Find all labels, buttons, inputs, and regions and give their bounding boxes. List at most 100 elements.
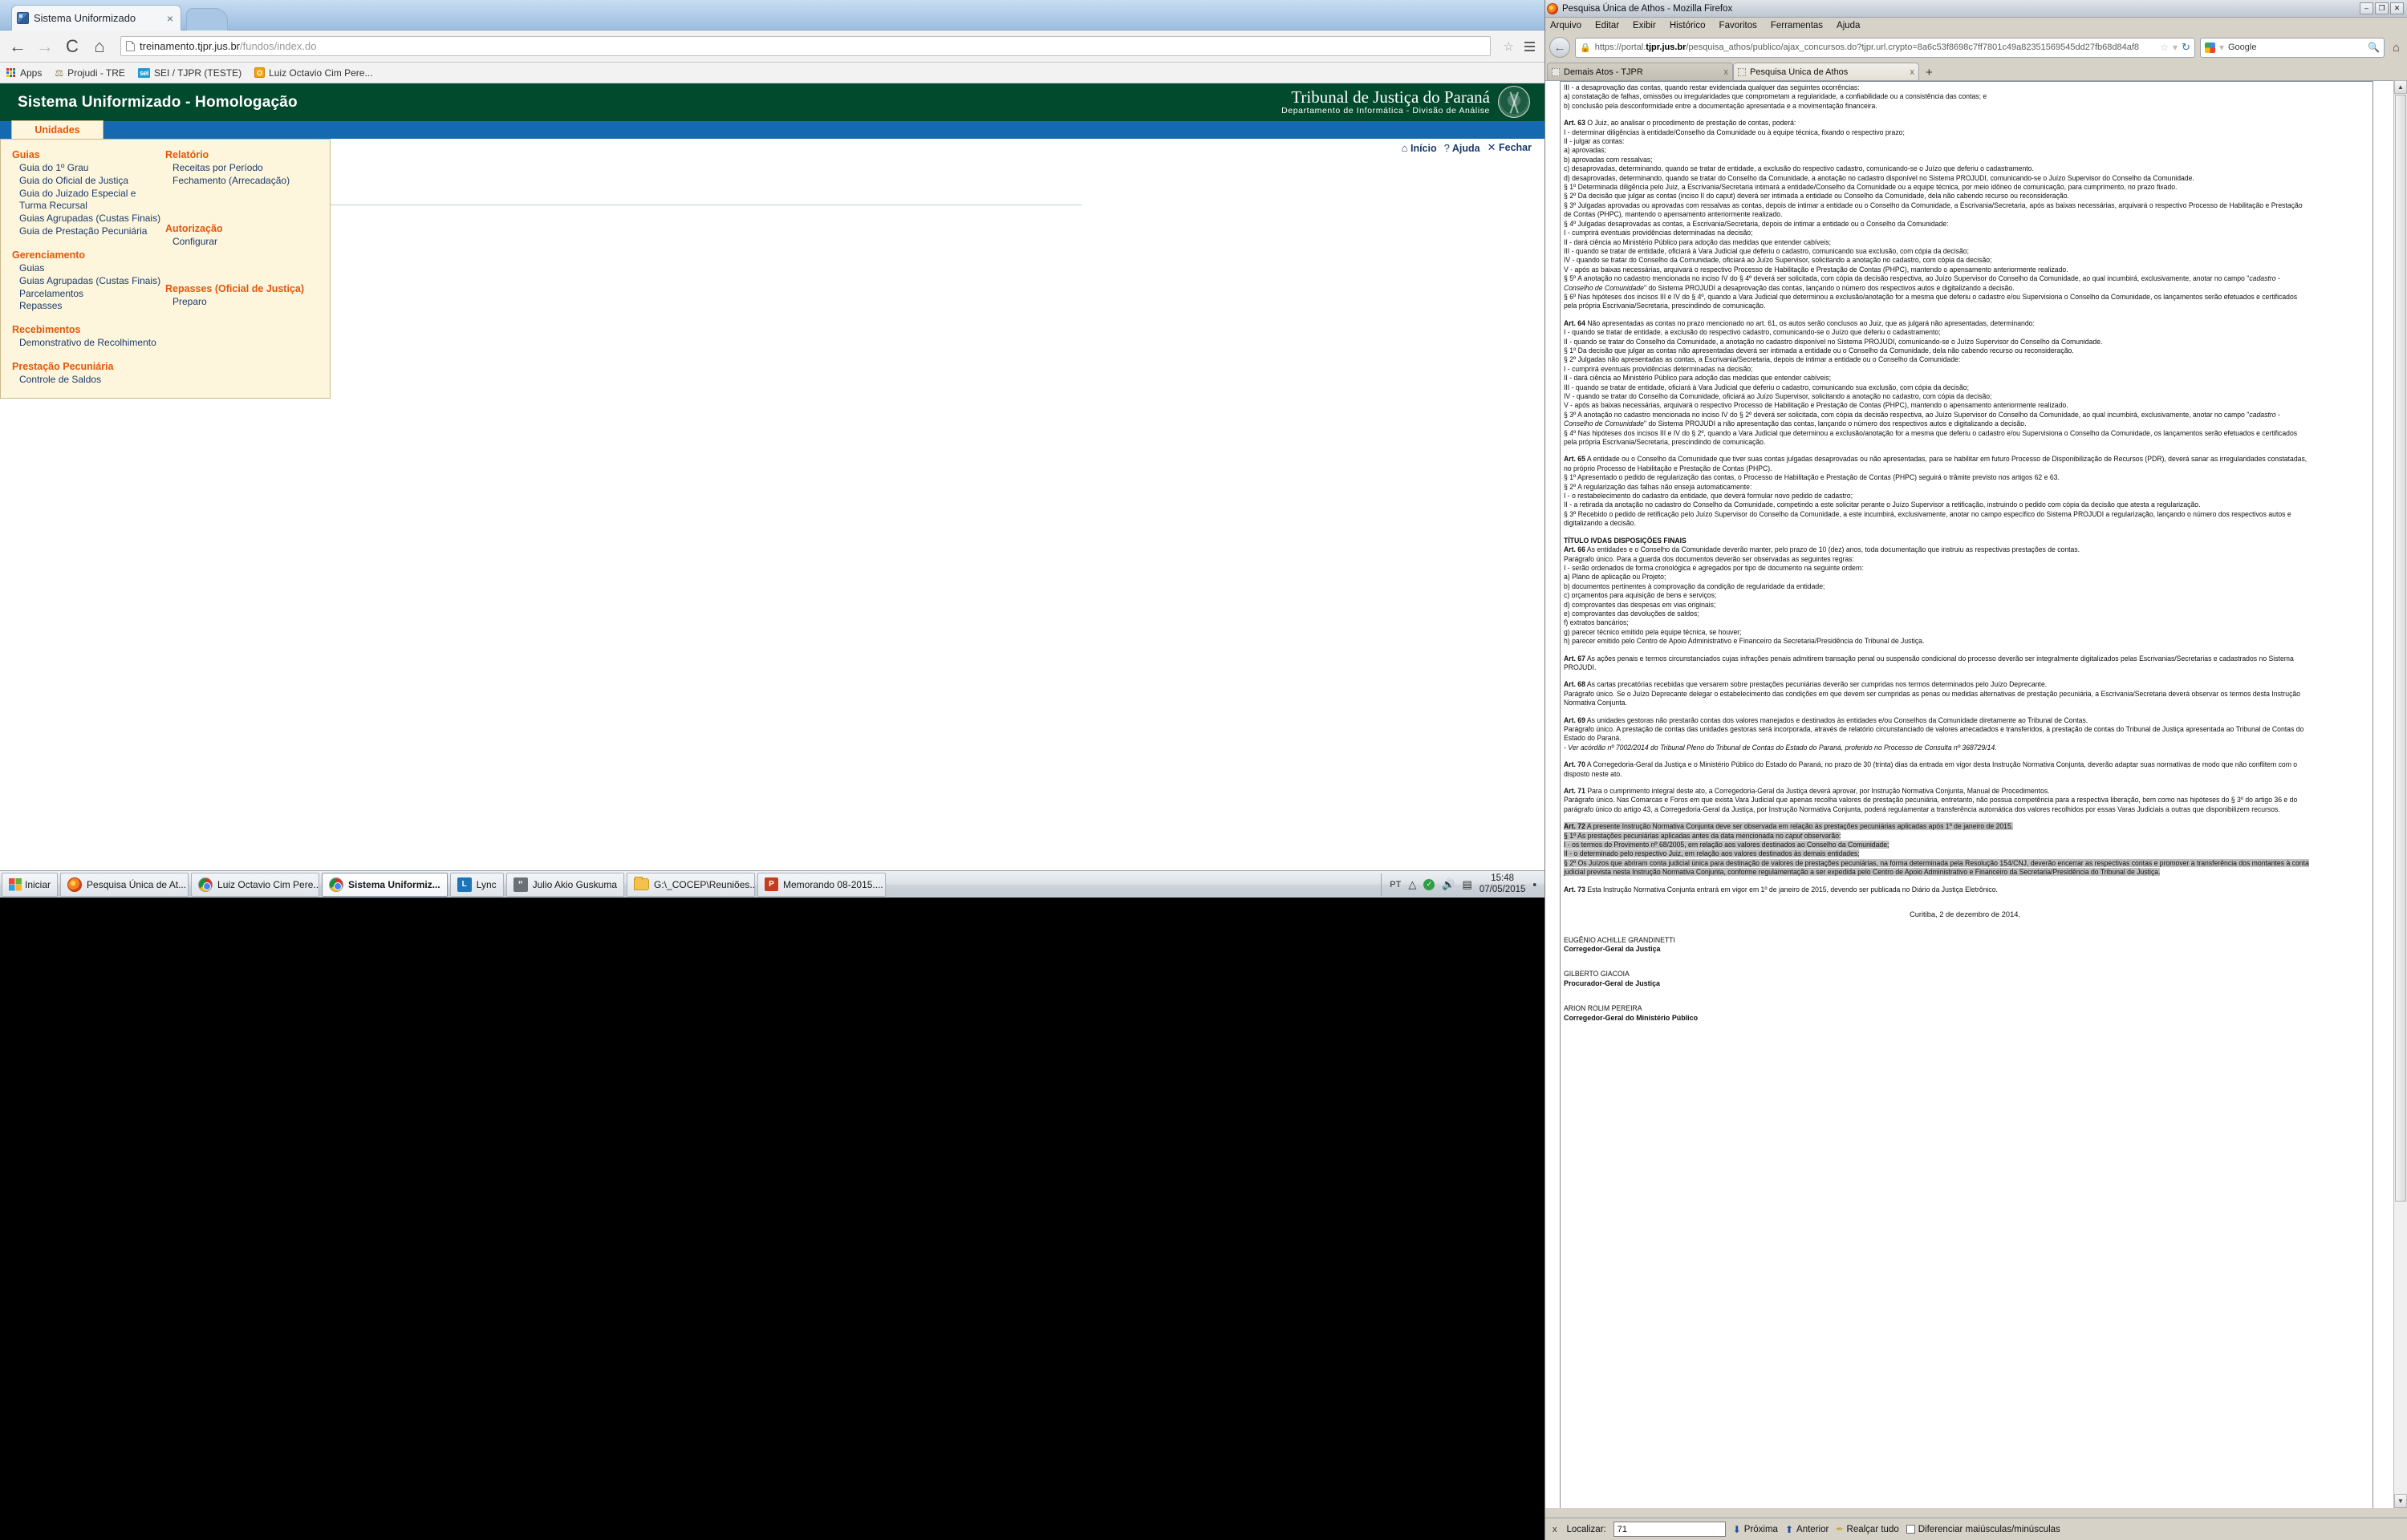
taskbar-item-memorando[interactable]: P Memorando 08-2015.... <box>757 872 887 897</box>
menu-exibir[interactable]: Exibir <box>1633 21 1656 30</box>
menu-historico[interactable]: Histórico <box>1670 21 1706 30</box>
menu-item-guia-prestacao-pecuniaria[interactable]: Guia de Prestação Pecuniária <box>12 225 165 238</box>
menu-arquivo[interactable]: Arquivo <box>1550 21 1581 30</box>
close-icon[interactable]: x <box>1550 1525 1560 1534</box>
menu-item-preparo[interactable]: Preparo <box>165 296 319 309</box>
menu-ferramentas[interactable]: Ferramentas <box>1771 21 1823 30</box>
back-icon[interactable]: ← <box>1549 37 1570 58</box>
link-ajuda[interactable]: ? Ajuda <box>1444 142 1480 154</box>
bookmark-luiz-octavio[interactable]: O Luiz Octavio Cim Pere... <box>254 67 372 79</box>
show-hidden-icons-icon[interactable]: △ <box>1408 878 1416 891</box>
new-tab-button[interactable]: + <box>1919 66 1939 80</box>
firefox-search-bar[interactable]: ▾ Google 🔍 <box>2199 37 2385 58</box>
chrome-tab-sistema-uniformizado[interactable]: Sistema Uniformizado × <box>11 5 181 30</box>
scroll-down-icon[interactable]: ▼ <box>2394 1494 2407 1508</box>
taskbar-item-lync[interactable]: L Lync <box>449 872 504 897</box>
tab-unidades[interactable]: Unidades <box>11 120 104 139</box>
taskbar-item-firefox[interactable]: Pesquisa Única de At... <box>60 872 189 897</box>
find-previous-button[interactable]: ⬆ Anterior <box>1785 1524 1829 1535</box>
network-icon[interactable]: ▤ <box>1463 878 1472 891</box>
search-input[interactable]: Google <box>2228 43 2364 52</box>
language-indicator[interactable]: PT <box>1390 880 1401 890</box>
show-desktop-icon[interactable]: ▪ <box>1532 878 1536 890</box>
menu-item-receitas-por-periodo[interactable]: Receitas por Período <box>165 162 319 175</box>
menu-favoritos[interactable]: Favoritos <box>1719 21 1757 30</box>
taskbar-item-label: Julio Akio Guskuma <box>532 878 618 890</box>
menu-ajuda[interactable]: Ajuda <box>1837 21 1860 30</box>
document-paragraph: Art. 63 O Juiz, ao analisar o procedimen… <box>1564 119 1796 128</box>
volume-icon[interactable]: 🔊 <box>1442 878 1455 891</box>
highlight-all-button[interactable]: ✒ Realçar tudo <box>1836 1524 1898 1535</box>
menu-item-parcelamentos[interactable]: Parcelamentos <box>12 288 165 301</box>
document-paragraph: e) comprovantes das devoluções de saldos… <box>1564 609 1699 618</box>
menu-item-guia-juizado-especial[interactable]: Guia do Juizado Especial e Turma Recursa… <box>12 188 165 213</box>
paragraph-spacer <box>1564 902 2310 910</box>
clock[interactable]: 15:48 07/05/2015 <box>1480 873 1526 894</box>
close-icon[interactable]: x <box>1910 67 1915 77</box>
chevron-down-icon[interactable]: ▾ <box>2173 42 2178 53</box>
reload-icon[interactable]: ↻ <box>2182 41 2190 54</box>
taskbar-item-julio-akio[interactable]: ” Julio Akio Guskuma <box>505 872 625 897</box>
document-paragraph: Art. 64 Não apresentadas as contas no pr… <box>1564 318 2035 327</box>
signatory-name: EUGÊNIO ACHILLE GRANDINETTI <box>1564 935 1675 944</box>
scrollbar-thumb[interactable] <box>2395 95 2406 1202</box>
home-icon[interactable]: ⌂ <box>2389 41 2403 55</box>
search-icon[interactable]: 🔍 <box>2368 42 2380 53</box>
menu-item-guias-agrupadas-custas-finais[interactable]: Guias Agrupadas (Custas Finais) <box>12 213 165 225</box>
menu-item-gerenciamento-guias[interactable]: Guias <box>12 262 165 275</box>
document-paragraph: Art. 70 A Corregedoria-Geral da Justiça … <box>1564 760 2298 778</box>
new-tab-button[interactable] <box>186 8 228 30</box>
taskbar-item-sistema-uniformizado[interactable]: Sistema Uniformiz... <box>322 872 448 897</box>
clock-time: 15:48 <box>1491 873 1514 884</box>
menu-item-guia-oficial-justica[interactable]: Guia do Oficial de Justiça <box>12 175 165 188</box>
minimize-icon[interactable]: – <box>2360 2 2373 14</box>
match-case-checkbox[interactable]: Diferenciar maiúsculas/minúsculas <box>1906 1525 2060 1534</box>
home-icon[interactable]: ⌂ <box>90 37 109 55</box>
bookmark-star-icon[interactable]: ☆ <box>1504 39 1514 54</box>
taskbar-item-folder-cocep[interactable]: G:\_COCEP\Reuniões... <box>627 872 756 897</box>
menu-item-guia-1-grau[interactable]: Guia do 1º Grau <box>12 162 165 175</box>
reload-icon[interactable]: C <box>63 37 82 55</box>
back-icon[interactable]: ← <box>8 37 27 55</box>
bookmark-sei-tjpr[interactable]: sei SEI / TJPR (TESTE) <box>137 67 242 79</box>
link-fechar[interactable]: ✕ Fechar <box>1488 141 1532 154</box>
menu-item-controle-saldos[interactable]: Controle de Saldos <box>12 374 165 387</box>
document-paragraph: II - julgar as contas: <box>1564 137 1625 146</box>
menu-group-prestacao-pecuniaria: Prestação Pecuniária Controle de Saldos <box>12 361 165 387</box>
security-shield-icon[interactable]: ✓ <box>1423 878 1435 890</box>
find-input[interactable]: 71 <box>1613 1522 1726 1537</box>
address-bar[interactable]: treinamento.tjpr.jus.br/fundos/index.do <box>120 36 1491 56</box>
menu-editar[interactable]: Editar <box>1595 21 1619 30</box>
document-paragraph: IV - quando se tratar do Conselho da Com… <box>1564 392 1992 400</box>
document-paragraph: II - dará ciência ao Ministério Público … <box>1564 374 1832 383</box>
menu-item-repasses[interactable]: Repasses <box>12 300 165 313</box>
bookmark-projudi-tre[interactable]: ⚖ Projudi - TRE <box>55 67 125 79</box>
close-icon[interactable]: x <box>1724 67 1729 77</box>
scroll-up-icon[interactable]: ▲ <box>2394 80 2407 94</box>
firefox-tab-pesquisa-unica-athos[interactable]: Pesquisa Única de Athos x <box>1733 63 1919 80</box>
restore-icon[interactable]: ❐ <box>2375 2 2389 14</box>
menu-item-demonstrativo-recolhimento[interactable]: Demonstrativo de Recolhimento <box>12 337 165 350</box>
close-icon[interactable]: × <box>164 13 176 24</box>
find-next-button[interactable]: ⬇ Próxima <box>1733 1524 1778 1535</box>
menu-item-configurar[interactable]: Configurar <box>165 236 319 249</box>
chevron-down-icon[interactable]: ▾ <box>2219 42 2224 53</box>
forward-icon[interactable]: → <box>35 37 55 55</box>
menu-item-gerenciamento-guias-agrupadas[interactable]: Guias Agrupadas (Custas Finais) <box>12 275 165 288</box>
firefox-tab-demais-atos[interactable]: Demais Atos - TJPR x <box>1547 63 1733 80</box>
taskbar-item-label: Pesquisa Única de At... <box>87 878 187 890</box>
menu-item-fechamento-arrecadacao[interactable]: Fechamento (Arrecadação) <box>165 175 319 188</box>
firefox-navigation-bar: ← 🔒 https://portal.tjpr.jus.br/pesquisa_… <box>1545 34 2407 61</box>
firefox-address-bar[interactable]: 🔒 https://portal.tjpr.jus.br/pesquisa_at… <box>1575 37 2195 58</box>
bookmark-apps[interactable]: Apps <box>6 67 42 79</box>
start-button[interactable]: Iniciar <box>2 872 59 897</box>
menu-group-recebimentos: Recebimentos Demonstrativo de Recolhimen… <box>12 324 165 350</box>
document-paragraph: b) aprovadas com ressalvas; <box>1564 155 1653 164</box>
bookmark-star-icon[interactable]: ☆ <box>2160 42 2169 53</box>
link-fechar-label: Fechar <box>1499 142 1532 153</box>
taskbar-item-chrome-luiz[interactable]: Luiz Octavio Cim Pere... <box>191 872 320 897</box>
close-icon[interactable]: ✕ <box>2390 2 2404 14</box>
chrome-menu-icon[interactable] <box>1522 39 1536 54</box>
vertical-scrollbar[interactable]: ▲ ▼ <box>2393 80 2407 1508</box>
link-inicio[interactable]: ⌂ Início <box>1402 142 1437 154</box>
